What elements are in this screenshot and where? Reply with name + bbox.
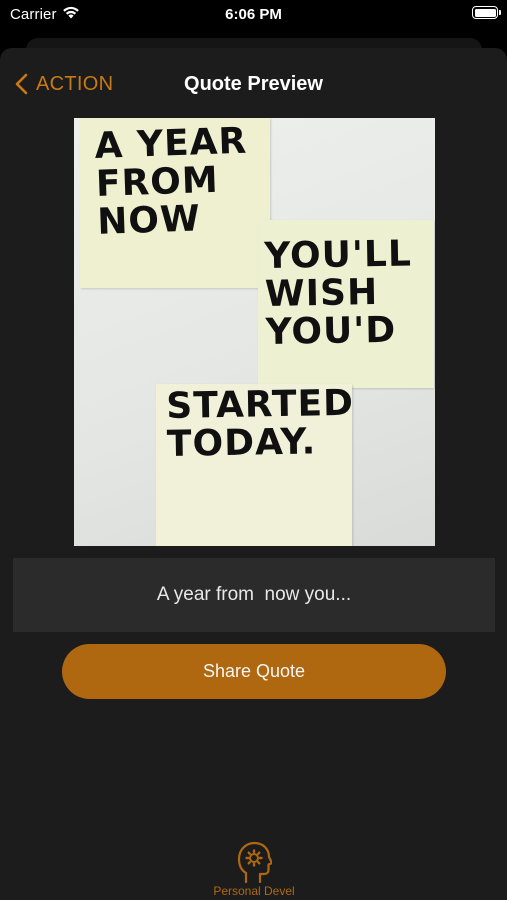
quote-caption-box: A year from now you... [13, 558, 495, 632]
clock: 6:06 PM [225, 6, 282, 23]
handwritten-text: A YEAR FROM NOW [93, 120, 248, 243]
handwritten-text: YOU'LL WISH YOU'D [263, 233, 413, 353]
tab-personal-devel[interactable]: Personal Devel [203, 838, 305, 900]
battery-icon [472, 6, 501, 19]
share-quote-label: Share Quote [202, 661, 306, 681]
page-title: Quote Preview [184, 73, 323, 95]
quote-caption-text: A year from now you... [156, 584, 352, 605]
navigation-bar: ACTION Quote Preview [0, 58, 507, 110]
quote-image: A YEAR FROM NOW YOU'LL WISH YOU'D STARTE… [74, 118, 435, 546]
handwritten-text: STARTED TODAY. [165, 382, 355, 465]
head-gear-icon [237, 841, 272, 884]
tab-label: Personal Devel [213, 884, 295, 898]
status-bar: Carrier 6:06 PM [0, 0, 507, 30]
share-quote-button[interactable]: Share Quote [62, 644, 446, 699]
battery-fill [474, 8, 496, 17]
